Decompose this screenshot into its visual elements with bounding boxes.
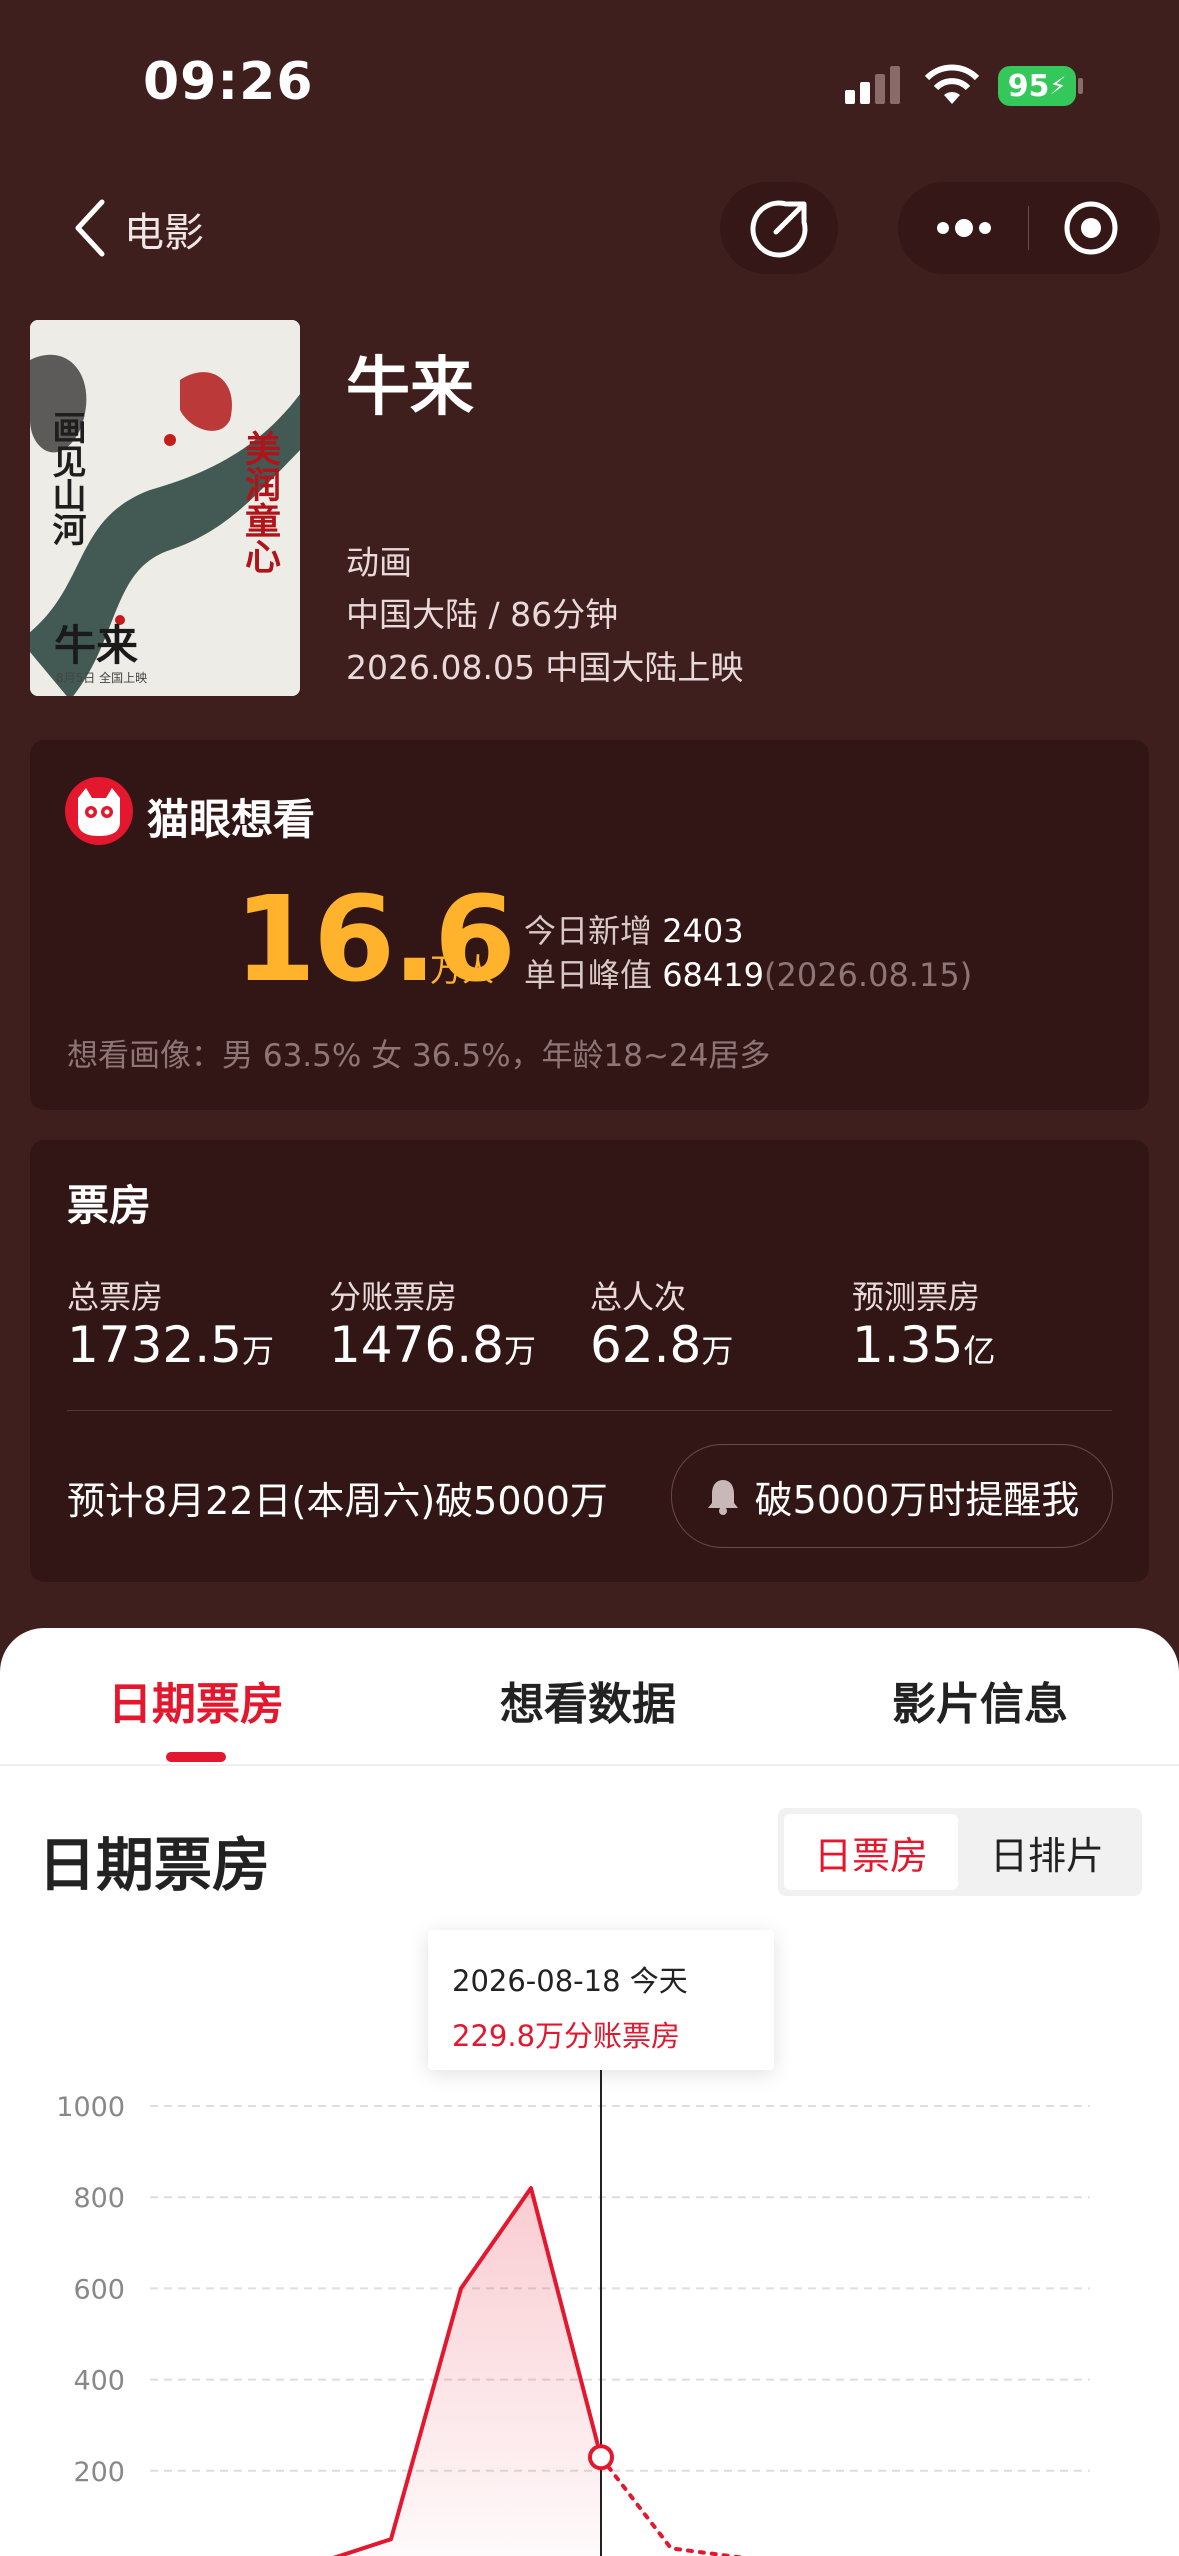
- poster-text-a: 美润童心: [239, 430, 281, 574]
- box-office-divider: [67, 1410, 1112, 1411]
- poster-title: 牛来: [54, 621, 138, 670]
- signal-icon: [845, 66, 900, 104]
- wifi-icon: [924, 64, 980, 104]
- share-icon: [750, 200, 808, 258]
- y-tick-label-200: 200: [73, 2457, 125, 2488]
- tab-date-box-office[interactable]: 日期票房: [108, 1668, 284, 1732]
- y-tick-label-1000: 1000: [56, 2092, 125, 2123]
- capsule-menu: [898, 182, 1160, 274]
- tabs-divider: [0, 1764, 1179, 1766]
- toggle-daily-screenings[interactable]: 日排片: [958, 1814, 1136, 1890]
- tooltip-date: 2026-08-18 今天: [452, 1964, 688, 1998]
- stat-value-split: 1476.8万: [329, 1316, 536, 1374]
- today-new: 今日新增 2403: [524, 906, 744, 952]
- tooltip-value: 229.8万分账票房: [452, 2019, 681, 2053]
- stat-unit-admissions: 万: [701, 1332, 734, 1370]
- more-dots-icon[interactable]: [898, 182, 1028, 274]
- poster-date-line: 8月5日 全国上映: [56, 670, 147, 685]
- remind-me-label: 破5000万时提醒我: [754, 1477, 1080, 1522]
- stat-label-forecast: 预测票房: [852, 1278, 981, 1316]
- want-unit: 万人: [430, 951, 495, 989]
- maoyan-cat-logo-icon: [65, 777, 133, 845]
- toggle-daily-box-office[interactable]: 日票房: [784, 1814, 958, 1890]
- daily-peak: 单日峰值 68419(2026.08.15): [524, 950, 972, 996]
- bell-icon: [707, 1480, 738, 1515]
- want-title: 猫眼想看: [147, 795, 316, 844]
- today-new-label: 今日新增: [524, 912, 653, 950]
- want-portrait: 想看画像：男 63.5% 女 36.5%，年龄18~24居多: [67, 1038, 771, 1074]
- series-area: [321, 2188, 601, 2556]
- box-office-title: 票房: [67, 1181, 152, 1230]
- battery-tip: [1078, 78, 1083, 94]
- stat-number-total: 1732.5: [67, 1316, 242, 1374]
- tab-indicator: [166, 1752, 226, 1762]
- highlight-marker: [588, 2444, 614, 2471]
- close-target-icon[interactable]: [1029, 182, 1159, 274]
- status-time: 09:26: [143, 52, 314, 112]
- stat-value-admissions: 62.8万: [590, 1316, 733, 1374]
- tab-want-data[interactable]: 想看数据: [500, 1668, 676, 1732]
- poster-text-b: 画见山河: [46, 410, 86, 546]
- remind-me-button[interactable]: 破5000万时提醒我: [671, 1444, 1113, 1548]
- stat-number-admissions: 62.8: [590, 1316, 702, 1374]
- back-label[interactable]: 电影: [124, 200, 204, 258]
- y-tick-label-600: 600: [73, 2274, 125, 2305]
- daily-peak-value: 68419: [662, 956, 764, 994]
- stat-label-total: 总票房: [67, 1278, 164, 1316]
- movie-region-duration: 中国大陆 / 86分钟: [346, 595, 619, 634]
- stat-unit-total: 万: [241, 1332, 274, 1370]
- y-tick-label-800: 800: [73, 2183, 125, 2214]
- movie-release: 2026.08.05 中国大陆上映: [346, 648, 744, 687]
- movie-title: 牛来: [346, 351, 474, 425]
- stat-number-split: 1476.8: [329, 1316, 504, 1374]
- battery-indicator: 95 ⚡: [998, 66, 1076, 106]
- share-button[interactable]: [720, 182, 838, 274]
- movie-genre: 动画: [346, 543, 412, 582]
- stat-value-total: 1732.5万: [67, 1316, 274, 1374]
- stat-unit-split: 万: [503, 1332, 536, 1370]
- stat-number-forecast: 1.35: [852, 1316, 964, 1374]
- charging-icon: ⚡: [1049, 72, 1067, 100]
- daily-peak-date: (2026.08.15): [763, 956, 973, 994]
- today-new-value: 2403: [662, 912, 744, 950]
- break-forecast: 预计8月22日(本周六)破5000万: [67, 1479, 608, 1523]
- poster-artwork: 美润童心 画见山河 牛来 8月5日 全国上映: [30, 320, 300, 696]
- back-chevron-icon[interactable]: [68, 196, 112, 260]
- stat-label-split: 分账票房: [329, 1278, 458, 1316]
- tab-film-info[interactable]: 影片信息: [892, 1668, 1068, 1732]
- y-tick-label-400: 400: [73, 2366, 125, 2397]
- stat-unit-forecast: 亿: [963, 1332, 996, 1370]
- stat-value-forecast: 1.35亿: [852, 1316, 995, 1374]
- daily-peak-label: 单日峰值: [524, 956, 653, 994]
- series-line-forecast: [599, 2455, 743, 2556]
- section-title: 日期票房: [38, 1831, 271, 1899]
- battery-level: 95: [1007, 68, 1050, 104]
- stat-label-admissions: 总人次: [590, 1278, 687, 1316]
- movie-poster[interactable]: 美润童心 画见山河 牛来 8月5日 全国上映: [30, 320, 300, 696]
